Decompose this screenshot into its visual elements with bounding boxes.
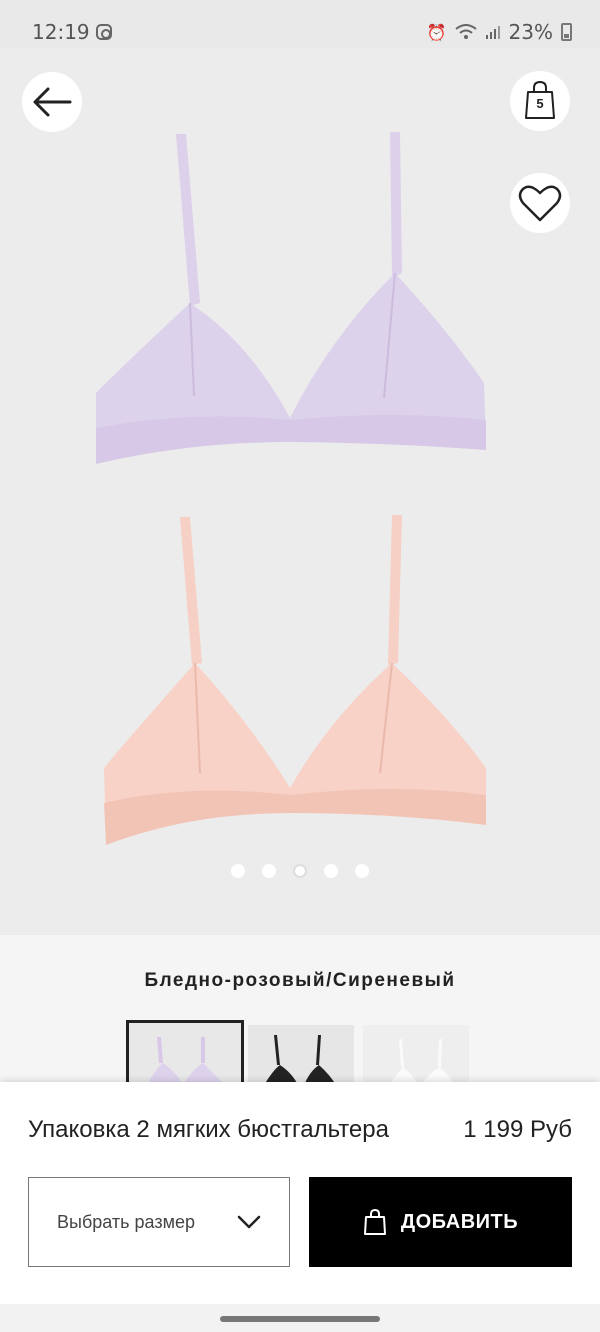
size-selector[interactable]: Выбрать размер	[28, 1177, 290, 1267]
back-button[interactable]	[22, 72, 82, 132]
color-swatch-selected[interactable]	[126, 1020, 244, 1088]
product-title-row: Упаковка 2 мягких бюстгальтера 1 199 Руб	[28, 1116, 572, 1144]
system-navigation-bar	[0, 1304, 600, 1332]
heart-icon	[518, 185, 562, 222]
gallery-dot[interactable]	[262, 864, 276, 878]
gallery-pagination	[0, 864, 600, 880]
product-page: 12:19 ⏰ 23% 5 Бледно-розовый/Сиреневый У…	[0, 0, 600, 1332]
swatch-image-lilac-pink	[129, 1023, 241, 1085]
status-time: 12:19	[32, 20, 90, 44]
signal-icon	[485, 26, 500, 39]
color-swatch-white[interactable]	[363, 1025, 469, 1085]
product-image-gallery[interactable]	[0, 48, 600, 935]
instagram-icon	[96, 24, 112, 40]
arrow-left-icon	[33, 87, 72, 117]
color-section: Бледно-розовый/Сиреневый	[0, 935, 600, 1088]
add-to-bag-button[interactable]: ДОБАВИТЬ	[309, 1177, 572, 1267]
favorite-button[interactable]	[510, 173, 570, 233]
product-image-pink-bra	[104, 515, 486, 845]
status-right: ⏰ 23%	[427, 20, 572, 44]
swatch-image-white	[363, 1025, 469, 1085]
home-gesture-bar[interactable]	[220, 1316, 380, 1322]
battery-percent: 23%	[508, 20, 553, 44]
product-title: Упаковка 2 мягких бюстгальтера	[28, 1116, 389, 1143]
alarm-icon: ⏰	[426, 22, 447, 42]
bag-count-badge: 5	[536, 96, 544, 111]
gallery-dot[interactable]	[231, 864, 245, 878]
shopping-bag-button[interactable]: 5	[510, 71, 570, 131]
shopping-bag-icon	[363, 1208, 386, 1235]
product-price: 1 199 Руб	[463, 1116, 572, 1143]
add-to-bag-label: ДОБАВИТЬ	[400, 1210, 519, 1233]
battery-icon	[561, 23, 572, 41]
color-name: Бледно-розовый/Сиреневый	[144, 970, 456, 991]
color-swatch-black[interactable]	[248, 1025, 354, 1085]
gallery-dot[interactable]	[324, 864, 338, 878]
swatch-image-black	[248, 1025, 354, 1085]
gallery-dot-active[interactable]	[293, 864, 307, 878]
size-placeholder: Выбрать размер	[57, 1211, 195, 1232]
status-bar: 12:19 ⏰ 23%	[0, 0, 600, 48]
gallery-dot[interactable]	[355, 864, 369, 878]
chevron-down-icon	[237, 1215, 261, 1229]
purchase-sheet: Упаковка 2 мягких бюстгальтера 1 199 Руб…	[0, 1082, 600, 1332]
wifi-icon	[454, 24, 477, 39]
product-image-lilac-bra	[96, 132, 486, 464]
